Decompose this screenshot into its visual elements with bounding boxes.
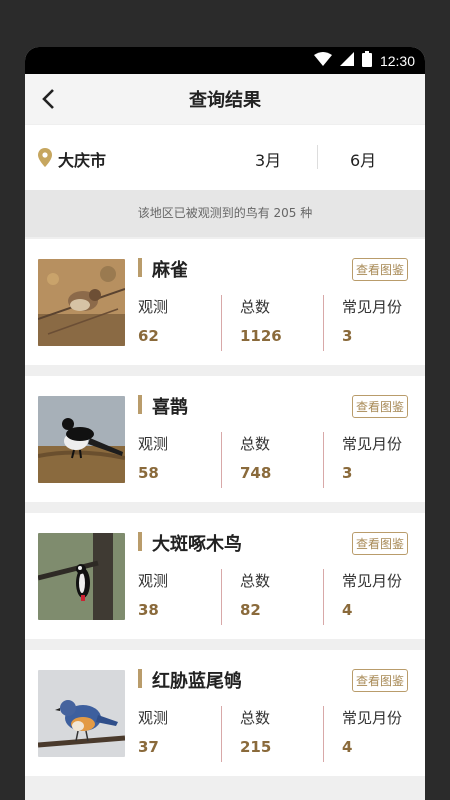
total-value: 1126 [240,327,282,345]
month-start-selector[interactable]: 3月 [255,147,281,171]
battery-icon [361,50,372,71]
bird-name: 麻雀 [152,260,188,281]
common-month-label: 常见月份 [342,709,403,727]
common-month-label: 常见月份 [342,298,403,316]
observe-stat: 观测 38 [138,570,168,619]
observe-stat: 观测 37 [138,707,168,756]
location-label: 大庆市 [58,151,107,170]
bird-card[interactable]: 红胁蓝尾鸲 查看图鉴 观测 37 总数 215 常见月份 4 [25,650,425,776]
total-value: 215 [240,738,272,756]
bird-card[interactable]: 大斑啄木鸟 查看图鉴 观测 38 总数 82 常见月份 4 [25,513,425,639]
sparrow-photo [38,259,125,346]
red-flanked-bluetail-photo [38,670,125,757]
stat-divider [221,569,222,625]
common-month-label: 常见月份 [342,435,403,453]
woodpecker-photo [38,533,125,620]
name-accent-bar [138,258,142,277]
observe-value: 38 [138,601,159,619]
stat-divider [323,569,324,625]
stat-divider [323,432,324,488]
bird-name: 红胁蓝尾鸲 [152,671,242,692]
signal-icon [339,51,354,70]
total-value: 748 [240,464,272,482]
name-accent-bar [138,669,142,688]
filter-bar: 大庆市 3月 6月 [25,125,425,190]
status-bar: 12:30 [25,47,425,74]
stat-divider [221,295,222,351]
observe-value: 62 [138,327,159,345]
total-stat: 总数 1126 [240,296,282,345]
page-title: 查询结果 [189,90,261,111]
total-label: 总数 [240,572,271,590]
wifi-icon [313,51,332,70]
common-month-value: 4 [342,601,353,619]
location-pin-icon [38,147,52,171]
month-end-selector[interactable]: 6月 [350,147,376,171]
common-month-stat: 常见月份 4 [342,707,402,756]
bird-name: 大斑啄木鸟 [152,534,242,555]
back-button[interactable] [33,84,63,114]
common-month-value: 4 [342,738,353,756]
stat-divider [221,432,222,488]
view-guide-button[interactable]: 查看图鉴 [352,669,408,692]
observe-label: 观测 [138,298,169,316]
common-month-value: 3 [342,464,353,482]
name-accent-bar [138,395,142,414]
observe-label: 观测 [138,572,169,590]
observe-label: 观测 [138,709,169,727]
stat-divider [323,295,324,351]
common-month-stat: 常见月份 4 [342,570,402,619]
observe-stat: 观测 62 [138,296,168,345]
status-time: 12:30 [379,52,415,69]
name-accent-bar [138,532,142,551]
bird-list: 麻雀 查看图鉴 观测 62 总数 1126 常见月份 3 喜鹊 查看图鉴 观测 … [25,239,425,787]
result-summary: 该地区已被观测到的鸟有 205 种 [25,190,425,237]
observe-value: 37 [138,738,159,756]
month-divider [317,145,318,169]
observe-value: 58 [138,464,159,482]
total-stat: 总数 82 [240,570,270,619]
total-label: 总数 [240,435,271,453]
bird-name: 喜鹊 [152,397,188,418]
bird-card[interactable]: 麻雀 查看图鉴 观测 62 总数 1126 常见月份 3 [25,239,425,365]
total-stat: 总数 748 [240,433,271,482]
total-value: 82 [240,601,261,619]
common-month-stat: 常见月份 3 [342,433,402,482]
observe-label: 观测 [138,435,169,453]
total-label: 总数 [240,298,271,316]
common-month-label: 常见月份 [342,572,403,590]
bird-card[interactable]: 喜鹊 查看图鉴 观测 58 总数 748 常见月份 3 [25,376,425,502]
total-label: 总数 [240,709,271,727]
total-stat: 总数 215 [240,707,271,756]
view-guide-button[interactable]: 查看图鉴 [352,532,408,555]
common-month-value: 3 [342,327,353,345]
view-guide-button[interactable]: 查看图鉴 [352,258,408,281]
location-selector[interactable]: 大庆市 [38,147,106,171]
common-month-stat: 常见月份 3 [342,296,402,345]
stat-divider [221,706,222,762]
chevron-left-icon [42,89,54,109]
stat-divider [323,706,324,762]
magpie-photo [38,396,125,483]
view-guide-button[interactable]: 查看图鉴 [352,395,408,418]
observe-stat: 观测 58 [138,433,168,482]
app-bar: 查询结果 [25,74,425,124]
phone-screen: 12:30 查询结果 大庆市 3月 6月 该地区已被观测到的鸟有 205 种 麻… [25,47,425,800]
